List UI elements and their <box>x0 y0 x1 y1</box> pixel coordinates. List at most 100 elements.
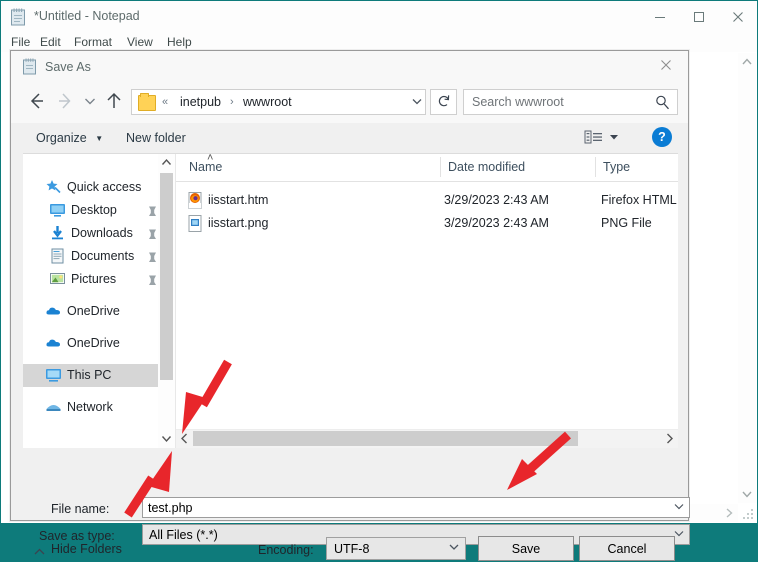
chevron-up-icon[interactable] <box>158 154 175 172</box>
file-type: PNG File <box>601 216 652 230</box>
chevron-down-icon: ▼ <box>95 134 104 143</box>
file-type: Firefox HTML Do <box>601 193 679 207</box>
star-pin-icon <box>45 179 62 195</box>
dialog-title: Save As <box>45 60 91 74</box>
recent-locations-button[interactable] <box>79 86 101 118</box>
refresh-button[interactable] <box>430 89 457 115</box>
menu-item-edit[interactable]: Edit <box>36 35 65 49</box>
sidebar-item-documents[interactable]: Documents <box>23 245 175 268</box>
address-bar[interactable]: « inetpub › wwwroot <box>131 89 426 115</box>
breadcrumb-overflow[interactable]: « <box>162 96 168 108</box>
help-button[interactable]: ? <box>652 127 672 147</box>
navpane-scrollbar[interactable] <box>158 154 175 448</box>
sidebar-item-onedrive-1[interactable]: OneDrive <box>23 300 175 323</box>
minimize-button[interactable] <box>640 1 679 32</box>
save-as-dialog: Save As « inetpub › wwwroot Search wwwro… <box>10 50 690 561</box>
column-header-date-modified[interactable]: Date modified <box>448 160 525 174</box>
column-divider[interactable] <box>440 157 441 177</box>
address-dropdown-button[interactable] <box>403 90 425 114</box>
png-file-icon <box>188 215 203 232</box>
breadcrumb-wwwroot[interactable]: wwwroot <box>243 95 292 109</box>
column-header-type[interactable]: Type <box>603 160 630 174</box>
up-button[interactable] <box>101 86 127 118</box>
hide-folders-label: Hide Folders <box>51 542 122 556</box>
close-button[interactable] <box>718 1 757 32</box>
notepad-titlebar: *Untitled - Notepad <box>1 1 757 33</box>
organize-label: Organize <box>36 131 87 145</box>
breadcrumb-inetpub[interactable]: inetpub <box>180 95 221 109</box>
notepad-icon <box>22 58 38 75</box>
documents-icon <box>49 248 66 264</box>
table-row[interactable]: iisstart.htm 3/29/2023 2:43 AM Firefox H… <box>176 189 679 212</box>
onedrive-icon <box>45 303 62 319</box>
encoding-combobox[interactable]: UTF-8 <box>326 537 466 560</box>
sidebar-item-this-pc[interactable]: This PC <box>23 364 175 387</box>
file-list-horizontal-scrollbar[interactable] <box>176 429 678 448</box>
save-button[interactable]: Save <box>478 536 574 561</box>
maximize-button[interactable] <box>679 1 718 32</box>
file-name-input[interactable]: test.php <box>142 497 690 518</box>
organize-button[interactable]: Organize ▼ <box>29 126 110 150</box>
forward-button[interactable] <box>53 86 79 118</box>
search-icon[interactable] <box>654 94 671 116</box>
chevron-down-icon[interactable] <box>158 430 175 448</box>
cancel-button[interactable]: Cancel <box>579 536 675 561</box>
chevron-left-icon[interactable] <box>176 430 193 447</box>
sidebar-item-downloads[interactable]: Downloads <box>23 222 175 245</box>
close-icon <box>661 59 671 70</box>
sidebar-item-label: Quick access <box>67 180 142 194</box>
onedrive-icon <box>45 335 62 351</box>
sidebar-item-onedrive-2[interactable]: OneDrive <box>23 332 175 355</box>
file-name: iisstart.png <box>208 216 269 230</box>
scroll-down-icon[interactable] <box>738 485 756 503</box>
pin-icon <box>147 250 158 268</box>
encoding-dropdown-button[interactable] <box>443 538 465 559</box>
menu-item-help[interactable]: Help <box>163 35 196 49</box>
minimize-icon <box>654 16 665 18</box>
column-header-name[interactable]: Name <box>189 160 222 174</box>
notepad-title: *Untitled - Notepad <box>34 9 140 23</box>
file-name-value: test.php <box>148 501 193 515</box>
file-date: 3/29/2023 2:43 AM <box>444 216 549 230</box>
file-name-dropdown-button[interactable] <box>669 498 689 517</box>
sidebar-item-label: OneDrive <box>67 336 120 350</box>
sidebar-item-label: Pictures <box>71 272 117 286</box>
file-name-label: File name: <box>51 502 110 516</box>
sidebar-item-pictures[interactable]: Pictures <box>23 268 175 291</box>
network-icon <box>45 399 62 415</box>
sidebar-item-desktop[interactable]: Desktop <box>23 199 175 222</box>
navigation-pane: Quick access Desktop Downloads Documents… <box>23 154 175 448</box>
encoding-value: UTF-8 <box>334 542 370 556</box>
window-resize-grip[interactable] <box>741 507 755 521</box>
chevron-right-icon[interactable] <box>661 430 678 447</box>
close-icon <box>732 11 743 22</box>
back-button[interactable] <box>21 86 51 118</box>
notepad-icon <box>10 8 27 26</box>
file-name: iisstart.htm <box>208 193 269 207</box>
navpane-scroll-thumb[interactable] <box>160 173 173 380</box>
menu-item-view[interactable]: View <box>123 35 157 49</box>
menu-item-file[interactable]: File <box>7 35 34 49</box>
downloads-icon <box>49 225 66 241</box>
sidebar-item-label: Desktop <box>71 203 117 217</box>
menu-item-format[interactable]: Format <box>70 35 116 49</box>
view-options-icon <box>584 130 602 143</box>
sidebar-item-label: Downloads <box>71 226 133 240</box>
dialog-close-button[interactable] <box>644 51 688 81</box>
sidebar-item-quick-access[interactable]: Quick access <box>23 176 175 199</box>
file-list-scroll-thumb[interactable] <box>193 431 578 446</box>
sidebar-item-label: OneDrive <box>67 304 120 318</box>
chevron-down-icon <box>449 544 459 550</box>
search-input[interactable]: Search wwwroot <box>463 89 678 115</box>
notepad-vertical-scrollbar[interactable] <box>738 53 756 503</box>
view-options-button[interactable] <box>582 127 628 149</box>
new-folder-button[interactable]: New folder <box>119 126 193 150</box>
scroll-up-icon[interactable] <box>738 53 756 71</box>
column-divider[interactable] <box>595 157 596 177</box>
sidebar-item-network[interactable]: Network <box>23 396 175 419</box>
table-row[interactable]: iisstart.png 3/29/2023 2:43 AM PNG File <box>176 212 678 235</box>
firefox-html-file-icon <box>188 192 203 209</box>
scroll-right-icon[interactable] <box>720 504 738 522</box>
file-list: Name ˄ Date modified Type iisstart.htm 3… <box>175 152 679 448</box>
save-as-type-value: All Files (*.*) <box>149 528 218 542</box>
